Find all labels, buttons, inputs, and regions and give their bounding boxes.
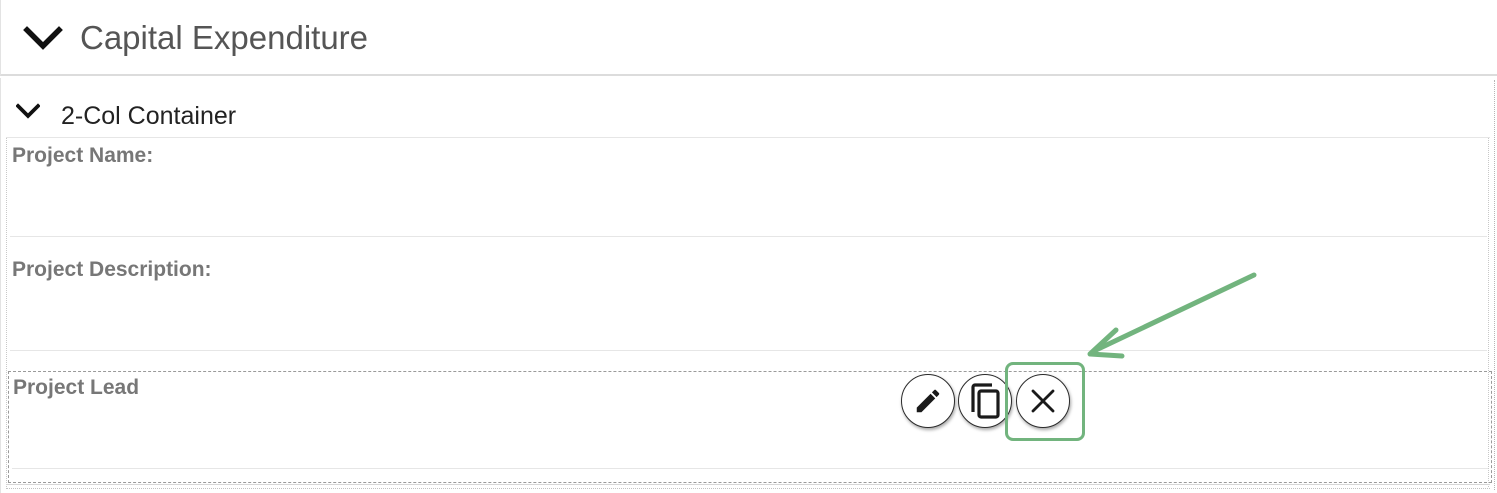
section-title: Capital Expenditure <box>80 19 369 56</box>
copy-button[interactable] <box>958 374 1012 428</box>
edit-button[interactable] <box>901 374 955 428</box>
divider <box>12 468 1488 469</box>
divider <box>6 484 1490 489</box>
chevron-down-icon[interactable] <box>23 24 63 54</box>
field-label-project-lead: Project Lead <box>13 376 140 399</box>
section-header[interactable]: Capital Expenditure <box>0 0 1497 76</box>
pencil-icon <box>916 389 940 413</box>
field-label-project-description: Project Description: <box>12 258 212 281</box>
container-edge <box>1494 80 1495 490</box>
field-project-lead-selected[interactable] <box>8 371 1492 483</box>
divider <box>10 350 1487 351</box>
annotation-arrow-icon <box>1087 272 1257 359</box>
chevron-down-icon[interactable] <box>15 103 41 121</box>
container-title: 2-Col Container <box>61 102 237 130</box>
highlight-box <box>1005 362 1085 441</box>
copy-icon <box>971 383 1000 419</box>
field-label-project-name: Project Name: <box>12 144 154 167</box>
divider <box>10 236 1487 237</box>
form-designer-canvas: Capital Expenditure 2-Col Container Proj… <box>0 0 1497 493</box>
